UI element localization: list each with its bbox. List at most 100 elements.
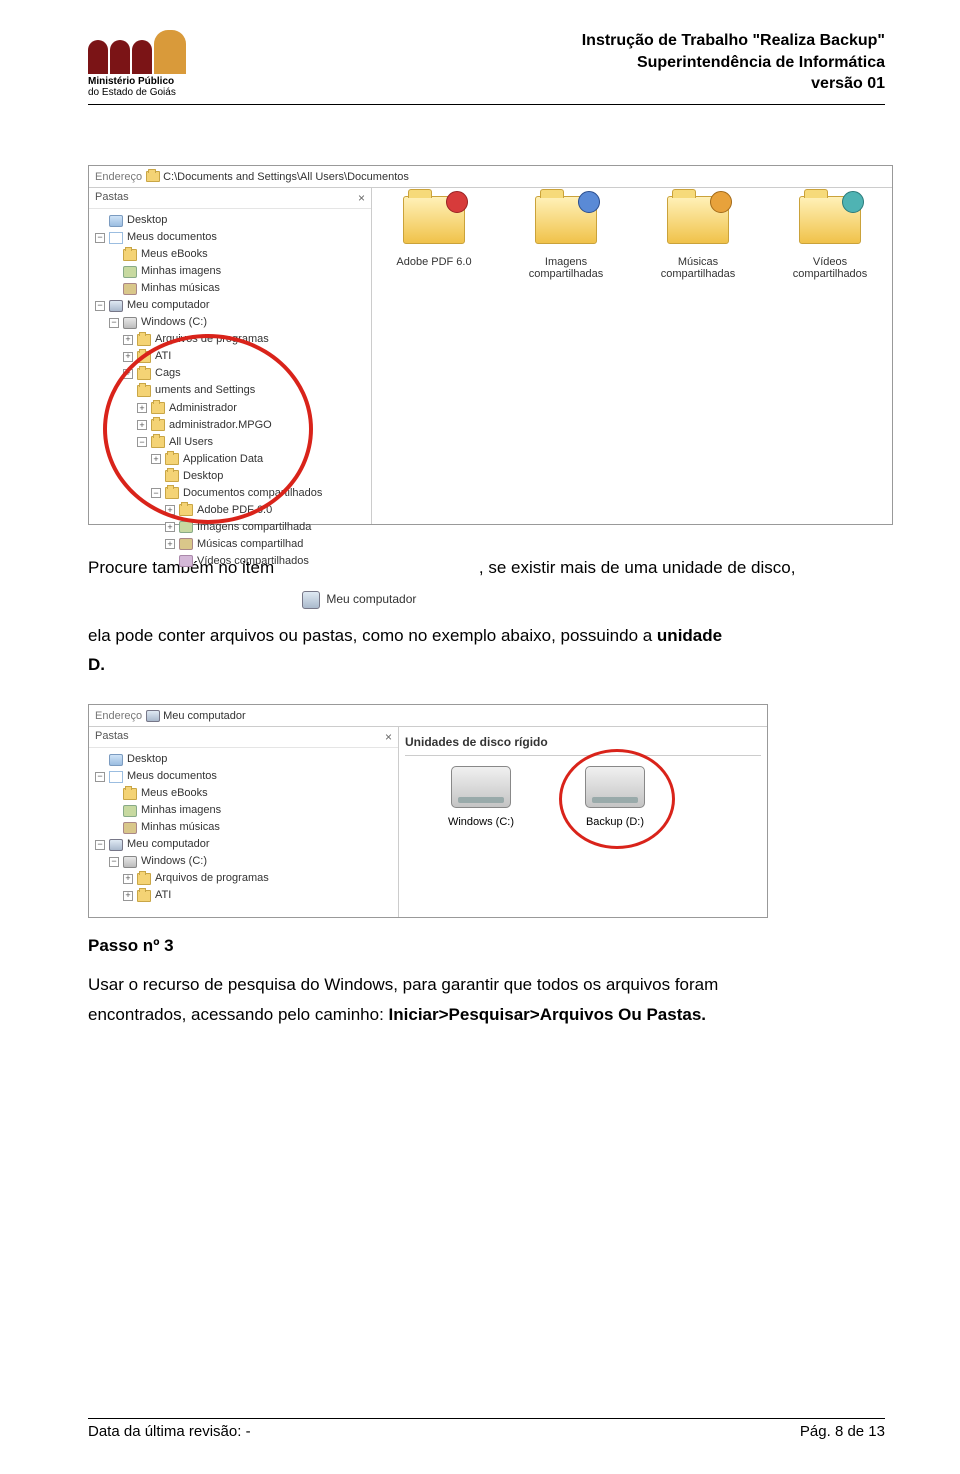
page-footer: Data da última revisão: - Pág. 8 de 13	[88, 1418, 885, 1440]
folder-icon	[137, 351, 151, 363]
folder-item: Imagens compartilhadas	[512, 196, 620, 280]
passo-body: Usar o recurso de pesquisa do Windows, p…	[88, 970, 885, 1030]
folder-icon	[137, 873, 151, 885]
computer-icon	[302, 591, 320, 609]
tree-arq-prog: Arquivos de programas	[155, 331, 269, 348]
folder-label: Vídeos compartilhados	[776, 256, 884, 280]
pane-title: Pastas	[95, 730, 129, 744]
tree-ebooks: Meus eBooks	[141, 246, 208, 263]
tree-meu-comp: Meu computador	[127, 836, 210, 853]
folder-item: Músicas compartilhadas	[644, 196, 752, 280]
desktop-icon	[109, 754, 123, 766]
drive-icon	[123, 317, 137, 329]
meu-computador-label: Meu computador	[326, 592, 416, 606]
folder-icon	[137, 890, 151, 902]
folder-icon	[165, 487, 179, 499]
tree-desktop: Desktop	[127, 751, 167, 768]
folder-large-icon	[799, 196, 861, 244]
address-path-text: C:\Documents and Settings\All Users\Docu…	[163, 171, 409, 183]
pane-title: Pastas	[95, 191, 129, 205]
page-header: Ministério Público do Estado de Goiás In…	[88, 30, 885, 98]
passo-line1: Usar o recurso de pesquisa do Windows, p…	[88, 970, 885, 1000]
computer-icon	[109, 300, 123, 312]
tree-meu-comp: Meu computador	[127, 297, 210, 314]
folder-large-icon	[667, 196, 729, 244]
folder-icon	[146, 171, 160, 182]
tree-vid-comp: Vídeos compartilhados	[197, 553, 309, 570]
passo-path: Iniciar>Pesquisar>Arquivos Ou Pastas.	[389, 1005, 706, 1024]
tree-imagens: Minhas imagens	[141, 802, 221, 819]
footer-left: Data da última revisão: -	[88, 1423, 251, 1440]
folder-large-icon	[535, 196, 597, 244]
folder-content-pane: Adobe PDF 6.0 Imagens compartilhadas Mús…	[372, 188, 892, 524]
folder-label: Músicas compartilhadas	[644, 256, 752, 280]
folder-tree-pane: Pastas × Desktop −Meus documentos Meus e…	[89, 188, 372, 524]
drive-item: Windows (C:)	[431, 766, 531, 828]
music-badge-icon	[710, 191, 732, 213]
image-icon	[179, 521, 193, 533]
tree-imagens: Minhas imagens	[141, 263, 221, 280]
logo: Ministério Público do Estado de Goiás	[88, 30, 228, 98]
highlight-circle-icon	[559, 749, 675, 849]
images-badge-icon	[578, 191, 600, 213]
tree-ebooks: Meus eBooks	[141, 785, 208, 802]
close-icon: ×	[385, 730, 392, 744]
screenshot-explorer-2: Endereço Meu computador Pastas × Desktop…	[88, 704, 768, 918]
computer-icon	[109, 839, 123, 851]
tree-winc: Windows (C:)	[141, 314, 207, 331]
tree-img-comp: Imagens compartilhada	[197, 519, 311, 536]
tree-allusers: All Users	[169, 434, 213, 451]
drive-icon	[123, 856, 137, 868]
computer-icon	[146, 710, 160, 722]
logo-line2: do Estado de Goiás	[88, 87, 176, 98]
tree-mus-comp: Músicas compartilhad	[197, 536, 303, 553]
footer-right: Pág. 8 de 13	[800, 1423, 885, 1440]
tree-adobe: Adobe PDF 6.0	[197, 502, 272, 519]
p1-text-c: ela pode conter arquivos ou pastas, como…	[88, 626, 657, 645]
p1-d: D.	[88, 655, 105, 674]
folder-icon	[137, 368, 151, 380]
folder-icon	[123, 249, 137, 261]
tree-ati: ATI	[155, 887, 171, 904]
folder-icon	[151, 436, 165, 448]
tree-appdata: Application Data	[183, 451, 263, 468]
folder-icon	[123, 788, 137, 800]
image-icon	[123, 266, 137, 278]
music-icon	[123, 822, 137, 834]
tree-desktop: Desktop	[127, 212, 167, 229]
address-path-text: Meu computador	[163, 710, 246, 722]
tree-admin-mpgo: administrador.MPGO	[169, 417, 272, 434]
logo-bars	[88, 30, 186, 74]
tree-desktop2: Desktop	[183, 468, 223, 485]
folder-item: Adobe PDF 6.0	[380, 196, 488, 280]
music-icon	[179, 538, 193, 550]
folder-icon	[165, 453, 179, 465]
header-title-1: Instrução de Trabalho "Realiza Backup"	[582, 30, 885, 52]
tree-arq-prog: Arquivos de programas	[155, 870, 269, 887]
passo-line2: encontrados, acessando pelo caminho:	[88, 1005, 389, 1024]
logo-line1: Ministério Público	[88, 76, 176, 87]
address-path: Meu computador	[146, 710, 246, 722]
tree-meus-doc: Meus documentos	[127, 768, 217, 785]
tree-musicas: Minhas músicas	[141, 280, 220, 297]
folder-icon	[165, 470, 179, 482]
folder-icon	[151, 402, 165, 414]
drive-label: Windows (C:)	[431, 816, 531, 828]
desktop-icon	[109, 215, 123, 227]
pdf-badge-icon	[446, 191, 468, 213]
tree-meus-doc: Meus documentos	[127, 229, 217, 246]
folder-icon	[151, 419, 165, 431]
video-icon	[179, 555, 193, 567]
folder-icon	[137, 385, 151, 397]
tree-doc-comp: Documentos compartilhados	[183, 485, 322, 502]
folder-item: Vídeos compartilhados	[776, 196, 884, 280]
tree-musicas: Minhas músicas	[141, 819, 220, 836]
image-icon	[123, 805, 137, 817]
address-bar: Endereço C:\Documents and Settings\All U…	[89, 166, 892, 188]
tree-admin: Administrador	[169, 400, 237, 417]
address-label: Endereço	[95, 171, 142, 183]
header-rule	[88, 104, 885, 105]
hard-drive-icon	[451, 766, 511, 808]
screenshot-explorer-1: Endereço C:\Documents and Settings\All U…	[88, 165, 893, 525]
tree-cags: Cags	[155, 365, 181, 382]
